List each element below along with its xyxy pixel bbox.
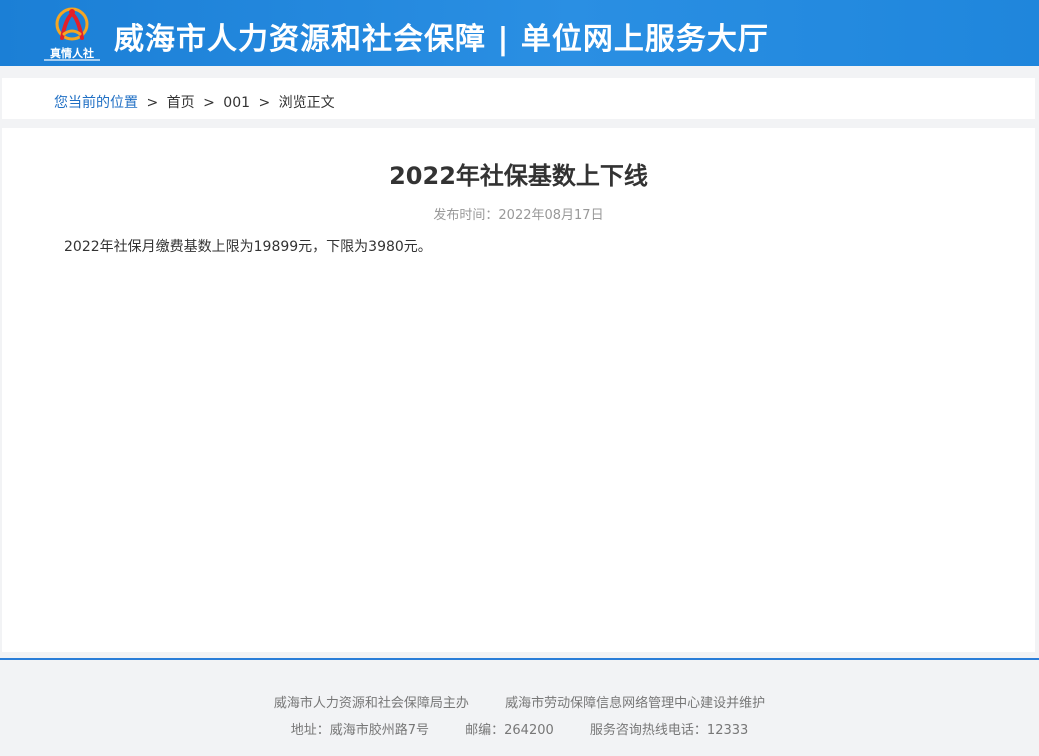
header-bar: 真情人社 威海市人力资源和社会保障 | 单位网上服务大厅 (0, 0, 1039, 66)
footer-maintainer: 威海市劳动保障信息网络管理中心建设并维护 (505, 696, 766, 711)
logo-emblem-icon (55, 7, 89, 41)
footer: 威海市人力资源和社会保障局主办 威海市劳动保障信息网络管理中心建设并维护 地址：… (0, 658, 1039, 756)
logo-underline (44, 59, 100, 61)
article-panel: 2022年社保基数上下线 发布时间：2022年08月17日 2022年社保月缴费… (2, 128, 1035, 652)
breadcrumb-category-link[interactable]: 001 (223, 95, 250, 111)
footer-line-2: 地址：威海市胶州路7号 邮编：264200 服务咨询热线电话：12333 (0, 719, 1039, 738)
footer-hotline: 服务咨询热线电话：12333 (589, 723, 749, 738)
breadcrumb-label: 您当前的位置 (54, 95, 138, 111)
site-title: 威海市人力资源和社会保障 | 单位网上服务大厅 (114, 22, 769, 57)
breadcrumb-bar: 您当前的位置 > 首页 > 001 > 浏览正文 (2, 78, 1035, 119)
publish-time: 发布时间：2022年08月17日 (433, 208, 604, 223)
breadcrumb-separator: > (146, 95, 159, 111)
breadcrumb-separator: > (203, 95, 215, 111)
breadcrumb-separator: > (258, 95, 271, 111)
breadcrumb: 您当前的位置 > 首页 > 001 > 浏览正文 (54, 92, 335, 112)
footer-postcode: 邮编：264200 (465, 723, 554, 738)
footer-line-1: 威海市人力资源和社会保障局主办 威海市劳动保障信息网络管理中心建设并维护 (0, 692, 1039, 711)
breadcrumb-home-link[interactable]: 首页 (167, 95, 195, 111)
breadcrumb-current: 浏览正文 (278, 95, 335, 111)
footer-host: 威海市人力资源和社会保障局主办 (273, 696, 469, 711)
article-title: 2022年社保基数上下线 (389, 162, 648, 190)
footer-address: 地址：威海市胶州路7号 (290, 723, 429, 738)
logo[interactable]: 真情人社 (40, 4, 104, 64)
article-body: 2022年社保月缴费基数上限为19899元，下限为3980元。 (64, 239, 432, 255)
